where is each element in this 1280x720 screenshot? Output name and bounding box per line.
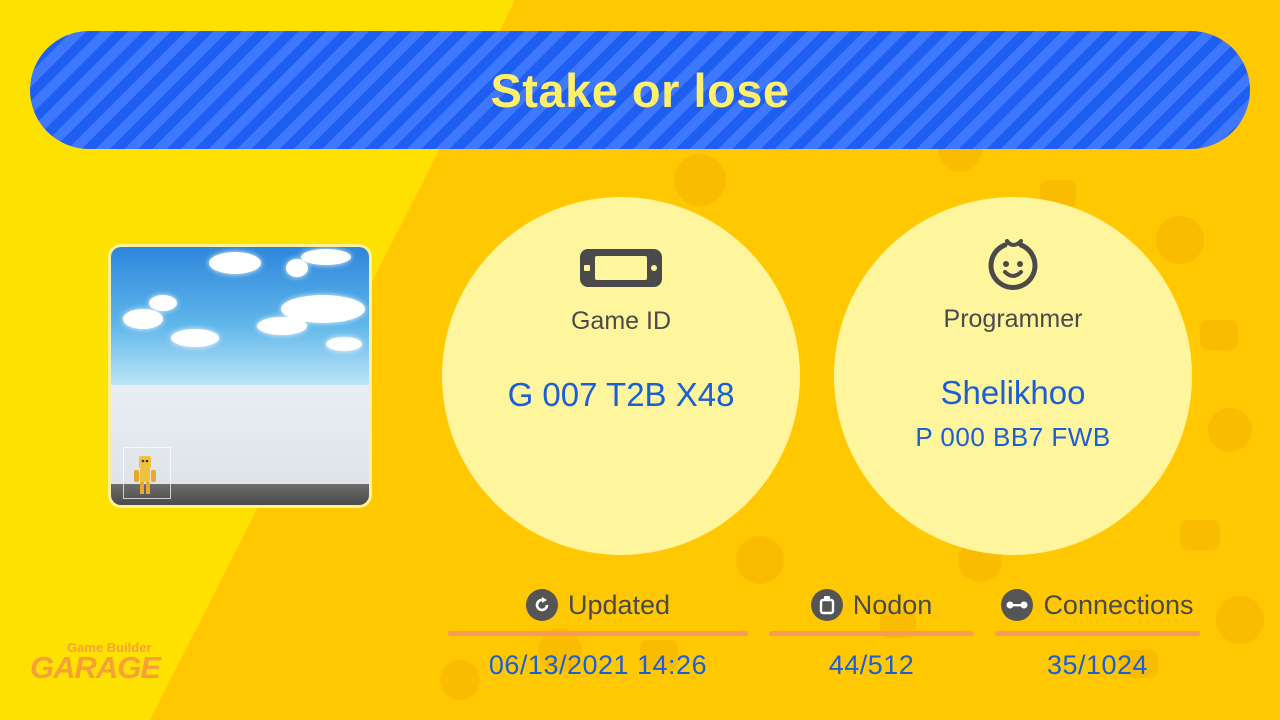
cloud [326, 337, 362, 351]
cloud [123, 309, 163, 329]
logo-title: GARAGE [30, 650, 161, 685]
updated-rule [448, 631, 748, 636]
programmer-label: Programmer [943, 305, 1083, 333]
character-figure [123, 447, 171, 499]
game-id-value: G 007 T2B X48 [507, 376, 735, 413]
programmer-id: P 000 BB7 FWB [915, 422, 1111, 452]
game-thumbnail [111, 247, 369, 505]
cloud [257, 317, 307, 335]
programmer-name: Shelikhoo [940, 374, 1086, 411]
refresh-icon [525, 589, 558, 621]
connection-icon [1001, 589, 1034, 621]
nodon-rule [769, 631, 974, 636]
programmer-panel: Programmer Shelikhoo P 000 BB7 FWB [834, 197, 1192, 555]
cloud [149, 295, 177, 311]
cloud [301, 249, 351, 265]
cloud [209, 252, 261, 274]
nodon-stat: Nodon 44/512 [769, 588, 974, 681]
nodon-icon [810, 589, 843, 621]
connections-stat: Connections 35/1024 [995, 588, 1200, 681]
title-banner: Stake or lose [30, 31, 1250, 149]
connections-label: Connections [1043, 589, 1194, 620]
game-id-panel: Game ID G 007 T2B X48 [442, 197, 800, 555]
connections-rule [995, 631, 1200, 636]
nodon-label: Nodon [852, 589, 933, 620]
game-builder-garage-logo: Game Builder GARAGE [30, 636, 170, 686]
console-icon [579, 247, 663, 289]
game-title: Stake or lose [490, 63, 790, 117]
updated-label: Updated [567, 589, 671, 620]
game-id-label: Game ID [570, 307, 672, 335]
updated-value: 06/13/2021 14:26 [488, 650, 708, 680]
nodon-value: 44/512 [828, 650, 915, 680]
face-icon [971, 237, 1055, 291]
updated-stat: Updated 06/13/2021 14:26 [448, 588, 748, 681]
cloud [171, 329, 219, 347]
cloud [286, 259, 308, 277]
connections-value: 35/1024 [1046, 650, 1149, 680]
